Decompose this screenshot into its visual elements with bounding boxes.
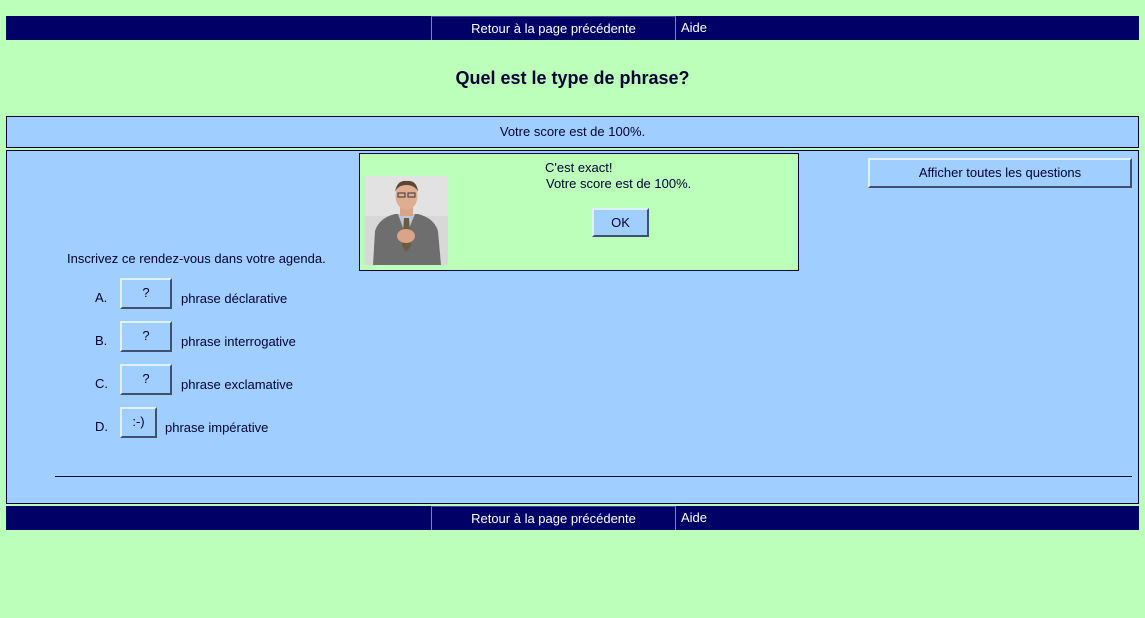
feedback-dialog: C'est exact! Votre score est de 100%. OK — [359, 153, 799, 271]
feedback-score: Votre score est de 100%. — [546, 176, 692, 191]
divider — [55, 476, 1132, 477]
feedback-result: C'est exact! — [545, 160, 613, 175]
answer-button-b[interactable]: ? — [120, 321, 172, 352]
help-link[interactable]: Aide — [681, 16, 707, 40]
page-title: Quel est le type de phrase? — [455, 68, 690, 88]
question-panel: C'est exact! Votre score est de 100%. OK… — [6, 150, 1139, 504]
top-navbar: Retour à la page précédente Aide — [6, 16, 1139, 40]
presenter-photo — [365, 176, 448, 265]
answer-button-d[interactable]: :-) — [120, 407, 157, 438]
ok-button[interactable]: OK — [592, 208, 649, 237]
help-link[interactable]: Aide — [681, 506, 707, 530]
answer-letter: A. — [95, 290, 108, 305]
answer-button-a[interactable]: ? — [120, 278, 172, 309]
back-link[interactable]: Retour à la page précédente — [431, 16, 676, 40]
score-bar: Votre score est de 100%. — [6, 116, 1139, 148]
answer-label: phrase exclamative — [181, 377, 293, 392]
answer-letter: B. — [95, 333, 108, 348]
question-text: Inscrivez ce rendez-vous dans votre agen… — [67, 251, 326, 266]
answer-label: phrase interrogative — [181, 334, 296, 349]
answer-button-c[interactable]: ? — [120, 364, 172, 395]
answer-letter: D. — [95, 419, 108, 434]
answer-letter: C. — [95, 376, 108, 391]
bottom-navbar: Retour à la page précédente Aide — [6, 506, 1139, 530]
answer-label: phrase déclarative — [181, 291, 288, 306]
feedback-message: C'est exact! Votre score est de 100%. — [545, 160, 691, 192]
back-link[interactable]: Retour à la page précédente — [431, 506, 676, 530]
answer-label: phrase impérative — [165, 420, 269, 435]
show-all-questions-button[interactable]: Afficher toutes les questions — [868, 158, 1132, 188]
